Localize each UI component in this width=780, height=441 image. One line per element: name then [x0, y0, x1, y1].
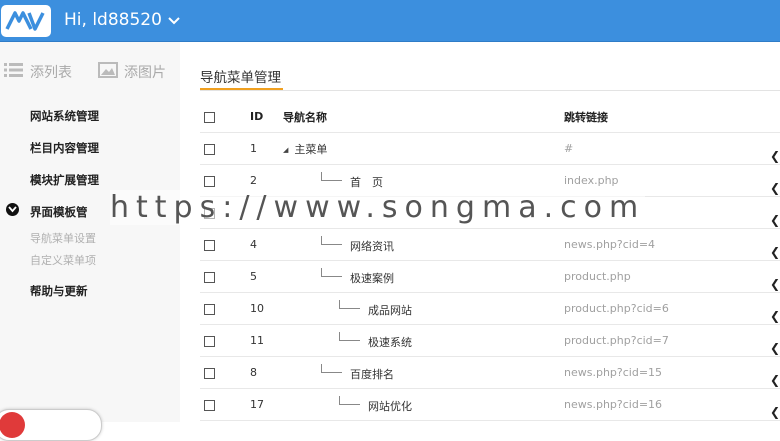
main-panel: 导航菜单管理 ID 导航名称 跳转链接 1 ◢ 主菜单 # ❮ 2 首 页 ind… — [200, 42, 780, 422]
tree-branch-icon — [339, 395, 360, 405]
row-link: product.php?cid=6 — [564, 292, 762, 325]
table-row: 4 网络资讯 news.php?cid=4 ❮ — [200, 228, 780, 261]
page-title: 导航菜单管理 — [200, 70, 281, 86]
column-header-id: ID — [250, 101, 283, 133]
sidebar: 添列表 添图片 网站系统管理 栏目内容管理 模块扩展管理 界面模板管 导航菜单设… — [0, 42, 180, 441]
logo[interactable] — [1, 5, 51, 37]
select-all-checkbox[interactable] — [204, 111, 215, 123]
row-name: 网站优化 — [368, 399, 412, 413]
row-link: product.php?cid=7 — [564, 324, 762, 357]
tree-branch-icon — [321, 363, 342, 373]
expand-icon — [6, 203, 19, 216]
chevron-left-icon[interactable]: ❮ — [770, 149, 780, 163]
chevron-left-icon[interactable]: ❮ — [770, 309, 780, 323]
sidebar-item-column-content[interactable]: 栏目内容管理 — [30, 140, 99, 156]
table-row: 1 ◢ 主菜单 # ❮ — [200, 132, 780, 165]
row-name: 首 页 — [350, 175, 383, 189]
table-header-row: ID 导航名称 跳转链接 — [200, 101, 780, 133]
sidebar-subitem-custom-menu[interactable]: 自定义菜单项 — [30, 252, 96, 268]
tree-branch-icon — [321, 171, 342, 181]
row-name: 主菜单 — [294, 142, 328, 156]
table-row: 11 极速系统 product.php?cid=7 ❮ — [200, 324, 780, 357]
table-row: 10 成品网站 product.php?cid=6 ❮ — [200, 292, 780, 325]
row-id — [250, 196, 283, 229]
table-row: 17 网站优化 news.php?cid=16 ❮ — [200, 388, 780, 421]
row-name: 百度排名 — [350, 367, 394, 381]
sidebar-item-site-system[interactable]: 网站系统管理 — [30, 108, 99, 124]
add-image-label: 添图片 — [124, 65, 166, 81]
row-link: news.php?cid=4 — [564, 228, 762, 261]
table-row: 5 极速案例 product.php ❮ — [200, 260, 780, 293]
table-row: ❮ — [200, 196, 780, 229]
add-list-button[interactable]: 添列表 — [4, 62, 72, 82]
chevron-left-icon[interactable]: ❮ — [770, 405, 780, 419]
expand-triangle-icon[interactable]: ◢ — [283, 146, 288, 154]
chevron-left-icon[interactable]: ❮ — [770, 277, 780, 291]
row-name: 极速案例 — [350, 271, 394, 285]
tree-branch-icon — [321, 267, 342, 277]
chevron-left-icon[interactable]: ❮ — [770, 181, 780, 195]
row-checkbox[interactable] — [204, 335, 215, 347]
chevron-left-icon[interactable]: ❮ — [770, 245, 780, 259]
row-id: 17 — [250, 388, 283, 421]
tree-branch-icon — [339, 331, 360, 341]
row-id: 1 — [250, 132, 283, 165]
sidebar-item-help-update[interactable]: 帮助与更新 — [30, 283, 88, 299]
add-list-label: 添列表 — [30, 65, 72, 81]
add-image-button[interactable]: 添图片 — [98, 62, 166, 82]
top-bar: Hi, ld88520 — [0, 0, 780, 42]
row-checkbox[interactable] — [204, 303, 215, 315]
sidebar-item-module-extension[interactable]: 模块扩展管理 — [30, 172, 99, 188]
row-id: 10 — [250, 292, 283, 325]
row-checkbox[interactable] — [204, 239, 215, 251]
row-name: 极速系统 — [368, 335, 412, 349]
list-icon — [4, 62, 24, 82]
row-checkbox[interactable] — [204, 143, 215, 155]
row-link: index.php — [564, 164, 762, 197]
row-id: 5 — [250, 260, 283, 293]
sidebar-item-interface-template[interactable]: 界面模板管 — [30, 204, 88, 220]
table-row: 8 百度排名 news.php?cid=15 ❮ — [200, 356, 780, 389]
row-name: 成品网站 — [368, 303, 412, 317]
row-checkbox[interactable] — [204, 175, 215, 187]
row-id: 11 — [250, 324, 283, 357]
divider — [200, 90, 780, 91]
row-link: news.php?cid=15 — [564, 356, 762, 389]
row-id: 2 — [250, 164, 283, 197]
chevron-left-icon[interactable]: ❮ — [770, 213, 780, 227]
row-checkbox[interactable] — [204, 207, 215, 219]
image-icon — [98, 62, 118, 82]
row-id: 8 — [250, 356, 283, 389]
row-checkbox[interactable] — [204, 271, 215, 283]
row-id: 4 — [250, 228, 283, 261]
tree-branch-icon — [321, 235, 342, 245]
row-link: # — [564, 132, 762, 165]
column-header-link: 跳转链接 — [564, 101, 762, 133]
nav-menu-table: ID 导航名称 跳转链接 1 ◢ 主菜单 # ❮ 2 首 页 index.php … — [200, 101, 780, 421]
table-row: 2 首 页 index.php ❮ — [200, 164, 780, 197]
chevron-down-icon — [168, 10, 180, 30]
sidebar-subitem-nav-menu[interactable]: 导航菜单设置 — [30, 230, 96, 246]
floating-service-button[interactable] — [0, 409, 102, 441]
user-menu[interactable]: Hi, ld88520 — [64, 9, 180, 30]
row-name: 网络资讯 — [350, 239, 394, 253]
user-greeting: Hi, ld88520 — [64, 9, 162, 30]
row-link — [564, 196, 762, 229]
column-header-name: 导航名称 — [283, 101, 564, 133]
row-checkbox[interactable] — [204, 367, 215, 379]
chevron-left-icon[interactable]: ❮ — [770, 373, 780, 387]
row-checkbox[interactable] — [204, 399, 215, 411]
row-link: product.php — [564, 260, 762, 293]
service-icon — [0, 412, 25, 438]
row-link: news.php?cid=16 — [564, 388, 762, 421]
chevron-left-icon[interactable]: ❮ — [770, 341, 780, 355]
tree-branch-icon — [339, 299, 360, 309]
